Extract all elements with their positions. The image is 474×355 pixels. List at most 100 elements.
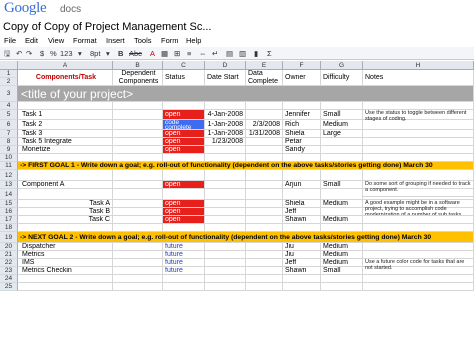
header-difficulty[interactable]: Difficulty [321,70,363,86]
menu-edit[interactable]: Edit [25,35,38,47]
task-name[interactable]: Task 2 [18,120,113,130]
task-name[interactable]: Task C [18,216,113,224]
grid-cell[interactable] [321,154,363,162]
grid-cell[interactable] [163,224,205,232]
grid-cell[interactable] [363,130,474,138]
grid-cell[interactable] [321,170,363,181]
insert-row-icon[interactable]: ▤ [226,47,233,60]
grid-cell[interactable] [163,189,205,200]
task-name[interactable]: Metrics Checkin [18,267,113,275]
status-cell[interactable]: code complete [163,120,205,130]
column-header-h[interactable]: H [363,61,474,70]
row-header[interactable]: 22 [0,259,18,267]
row-header[interactable]: 15 [0,200,18,208]
difficulty-cell[interactable]: Large [321,130,363,138]
notes-cell[interactable]: Use a future color code for tasks that a… [363,259,474,275]
grid-cell[interactable] [363,251,474,259]
grid-cell[interactable] [321,146,363,154]
row-header[interactable]: 2 [0,78,18,86]
row-header[interactable]: 25 [0,283,18,291]
grid-cell[interactable] [246,170,283,181]
difficulty-cell[interactable]: Medium [321,200,363,208]
row-header[interactable]: 21 [0,251,18,259]
grid-cell[interactable] [283,170,321,181]
row-header[interactable]: 18 [0,224,18,232]
chevron-down-icon[interactable]: ▾ [106,47,110,60]
grid-cell[interactable] [321,138,363,146]
grid-cell[interactable] [18,170,113,181]
borders-icon[interactable]: ⊞ [174,47,180,60]
task-name[interactable]: Metrics [18,251,113,259]
row-header[interactable]: 10 [0,154,18,162]
row-header[interactable]: 1 [0,70,18,78]
project-title[interactable]: <title of your project> [18,86,474,102]
grid-cell[interactable] [246,275,283,283]
grid-cell[interactable] [113,102,163,110]
row-header[interactable]: 11 [0,162,18,170]
grid-cell[interactable] [163,275,205,283]
row-header[interactable]: 3 [0,86,18,102]
header-dependent[interactable]: Dependent Components [113,70,163,86]
grid-cell[interactable] [363,224,474,232]
grid-cell[interactable] [363,102,474,110]
grid-cell[interactable] [363,170,474,181]
menu-file[interactable]: File [4,35,16,47]
difficulty-cell[interactable]: Medium [321,259,363,267]
header-task[interactable]: Components/Task [18,70,113,86]
spreadsheet-grid[interactable]: A B C D E F G H 1 2 3 4 5 6 7 8 9 10 11 12 13 14 15 16 1… [0,61,474,355]
grid-cell[interactable] [113,146,163,154]
grid-cell[interactable] [113,283,163,291]
menu-tools[interactable]: Tools [134,35,152,47]
grid-cell[interactable] [18,224,113,232]
grid-cell[interactable] [321,102,363,110]
date-complete-cell[interactable]: 2/3/2008 [246,120,283,130]
grid-cell[interactable] [283,283,321,291]
status-cell[interactable]: future [163,251,205,259]
grid-cell[interactable] [246,224,283,232]
grid-cell[interactable] [113,170,163,181]
grid-cell[interactable] [283,275,321,283]
difficulty-cell[interactable]: Small [321,110,363,120]
grid-cell[interactable] [113,110,163,120]
notes-cell[interactable]: A good example might be in a software pr… [363,200,474,216]
grid-cell[interactable] [363,243,474,251]
grid-cell[interactable] [205,208,246,216]
grid-cell[interactable] [205,259,246,267]
percent-icon[interactable]: % [50,47,57,60]
grid-cell[interactable] [113,181,163,189]
grid-cell[interactable] [18,189,113,200]
grid-cell[interactable] [246,146,283,154]
menu-form[interactable]: Form [161,35,179,47]
status-cell[interactable]: open [163,130,205,138]
grid-cell[interactable] [113,267,163,275]
number-format-dropdown[interactable]: 123 [60,47,73,60]
owner-cell[interactable]: Sandy [283,146,321,154]
row-header[interactable]: 6 [0,120,18,130]
grid-cell[interactable] [246,110,283,120]
task-name[interactable]: Dispatcher [18,243,113,251]
grid-cell[interactable] [321,208,363,216]
status-cell[interactable]: open [163,146,205,154]
grid-cell[interactable] [205,283,246,291]
header-status[interactable]: Status [163,70,205,86]
grid-cell[interactable] [283,189,321,200]
column-header-c[interactable]: C [163,61,205,70]
grid-cell[interactable] [163,154,205,162]
difficulty-cell[interactable]: Medium [321,243,363,251]
grid-cell[interactable] [246,243,283,251]
formula-icon[interactable]: Σ [267,47,272,60]
column-header-b[interactable]: B [113,61,163,70]
menu-insert[interactable]: Insert [106,35,125,47]
grid-cell[interactable] [113,189,163,200]
date-start-cell[interactable]: 1-Jan-2008 [205,130,246,138]
grid-cell[interactable] [205,224,246,232]
status-cell[interactable]: future [163,243,205,251]
task-name[interactable]: Component A [18,181,113,189]
task-name[interactable]: Task 3 [18,130,113,138]
grid-cell[interactable] [205,251,246,259]
row-header[interactable]: 20 [0,243,18,251]
status-cell[interactable]: open [163,138,205,146]
row-header[interactable]: 8 [0,138,18,146]
owner-cell[interactable]: Shawn [283,267,321,275]
owner-cell[interactable]: Jiu [283,251,321,259]
